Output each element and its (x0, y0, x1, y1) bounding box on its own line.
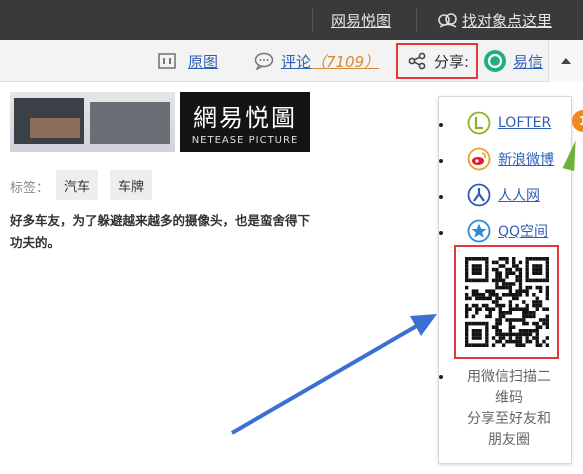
share-dropdown-panel: LOFTER 新浪微博 人人网 QQ空间 用微信扫描二 维码 分享至好友和 朋友… (438, 96, 572, 464)
lofter-label[interactable]: LOFTER (498, 115, 551, 131)
logo-chinese: 網易悦圖 (193, 104, 297, 132)
tag-license-plate[interactable]: 车牌 (110, 170, 153, 200)
qr-instructions: 用微信扫描二 维码 分享至好友和 朋友圈 (467, 369, 551, 448)
top-navigation-bar: 网易悦图 找对象点这里 (0, 0, 583, 40)
tag-car[interactable]: 汽车 (56, 170, 99, 200)
collapse-share-button[interactable] (548, 40, 583, 82)
wechat-qr-code (454, 245, 559, 359)
tags-label: 标签： (10, 181, 50, 196)
yixin-icon (484, 50, 506, 72)
yixin-link[interactable]: 易信 (513, 51, 543, 72)
article-thumbnail[interactable] (10, 92, 175, 152)
weibo-icon (467, 147, 491, 171)
share-option-lofter[interactable]: LOFTER (467, 111, 551, 135)
weibo-label[interactable]: 新浪微博 (498, 149, 554, 169)
logo-english: NETEASE PICTURE (191, 135, 299, 146)
share-icon (408, 52, 426, 70)
chevron-up-icon (561, 58, 571, 64)
dating-icon (438, 13, 457, 28)
original-image-link[interactable]: 原图 (188, 51, 218, 72)
renren-label[interactable]: 人人网 (498, 185, 540, 205)
photo-description: 好多车友，为了躲避越来越多的摄像头，也是蛮舍得下功夫的。 (10, 213, 311, 250)
comment-link[interactable]: 评论（7109） (281, 51, 379, 72)
comment-count[interactable]: （7109） (311, 53, 379, 71)
renren-icon (467, 183, 491, 207)
comment-icon (254, 52, 274, 70)
share-option-qzone[interactable]: QQ空间 (467, 219, 548, 243)
original-image-icon (158, 53, 176, 69)
share-option-weibo[interactable]: 新浪微博 (467, 147, 554, 171)
netease-picture-link[interactable]: 网易悦图 (331, 10, 391, 31)
share-label[interactable]: 分享: (434, 51, 469, 72)
divider (312, 8, 313, 32)
divider (416, 8, 417, 32)
find-partner-link[interactable]: 找对象点这里 (462, 10, 552, 31)
netease-picture-logo[interactable]: 網易悦圖 NETEASE PICTURE (180, 92, 310, 152)
qr-code-image (465, 257, 549, 347)
qzone-icon (467, 219, 491, 243)
comment-label[interactable]: 评论 (281, 53, 311, 71)
lofter-icon (467, 111, 491, 135)
qzone-label[interactable]: QQ空间 (498, 221, 548, 241)
notification-badge: 1 (572, 110, 583, 132)
photo-toolbar: 原图 评论（7109） 分享: 易信 (0, 40, 583, 82)
share-option-renren[interactable]: 人人网 (467, 183, 540, 207)
